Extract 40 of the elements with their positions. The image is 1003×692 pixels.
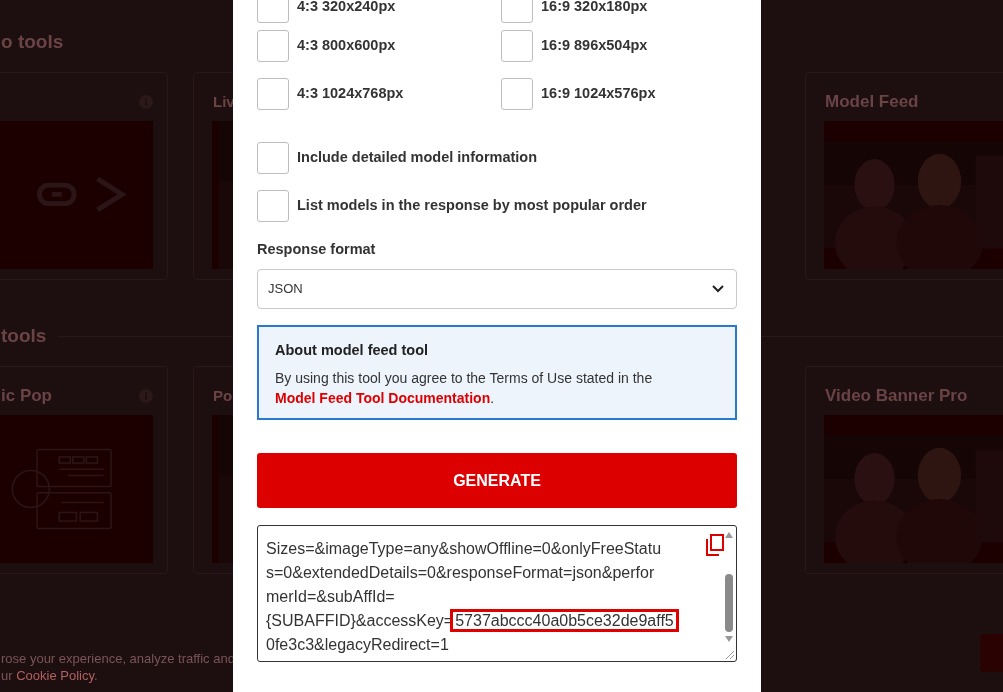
chevron-down-icon: [712, 285, 724, 293]
section-title: o tools: [0, 30, 64, 54]
checkbox-label: List models in the response by most popular order: [297, 196, 647, 216]
highlighted-key: 5737abccc40a0b5ce32de9aff5: [453, 612, 676, 629]
checkbox[interactable]: [257, 30, 289, 62]
cookie-text: ur Cookie Policy.: [0, 667, 98, 684]
checkbox[interactable]: [501, 78, 533, 110]
card-title: Video Banner Pro: [824, 385, 968, 408]
generate-button[interactable]: GENERATE: [257, 453, 737, 508]
checkbox[interactable]: [257, 0, 289, 23]
cookie-policy-link[interactable]: Cookie Policy: [16, 668, 94, 683]
field-label: Response format: [257, 240, 377, 259]
output-line: merId=&subAffId=: [266, 587, 396, 607]
checkbox-label: 4:3 1024x768px: [297, 84, 404, 104]
checkbox[interactable]: [257, 190, 289, 222]
format-select[interactable]: JSON: [257, 269, 737, 309]
resize-grip-icon: [723, 648, 735, 660]
checkbox[interactable]: [257, 78, 289, 110]
checkbox-label: 4:3 320x240px: [297, 0, 396, 17]
checkbox[interactable]: [257, 142, 289, 174]
checkbox[interactable]: [501, 30, 533, 62]
output-line: s=0&extendedDetails=0&responseFormat=json&perfor: [266, 563, 656, 583]
checkbox-label: 16:9 320x180px: [541, 0, 648, 17]
checkbox-label: Include detailed model information: [297, 148, 538, 168]
copy-icon: [706, 534, 724, 556]
card-title: Po: [212, 385, 233, 406]
output-field[interactable]: Sizes=&imageType=any&showOffline=0&onlyFreeStatu s=0&extendedDetails=0&responseFormat=json&perfor merId=&subAffId= {SUBAFFID}&accessKey=5737abccc40a0b5ce32de9aff5 0fe3c3&legacyRedirect=1: [257, 525, 737, 662]
checkbox[interactable]: [501, 0, 533, 23]
card-title: ic Pop: [0, 385, 52, 408]
output-line: {SUBAFFID}&accessKey=5737abccc40a0b5ce32de9aff5: [266, 609, 696, 633]
output-line: Sizes=&imageType=any&showOffline=0&onlyFreeStatu: [266, 539, 663, 559]
checkbox-label: 16:9 1024x576px: [541, 84, 656, 104]
checkbox-label: 4:3 800x600px: [297, 36, 396, 56]
info-title: About model feed tool: [275, 341, 430, 360]
card-title: Model Feed: [824, 91, 919, 114]
checkbox-label: 16:9 896x504px: [541, 36, 648, 56]
output-line: 0fe3c3&legacyRedirect=1: [266, 635, 450, 655]
card-title: Liv: [212, 91, 235, 112]
info-text: By using this tool you agree to the Terms of Use stated in the Model Feed Tool Documentation.: [275, 368, 654, 408]
section-title: tools: [0, 324, 47, 348]
